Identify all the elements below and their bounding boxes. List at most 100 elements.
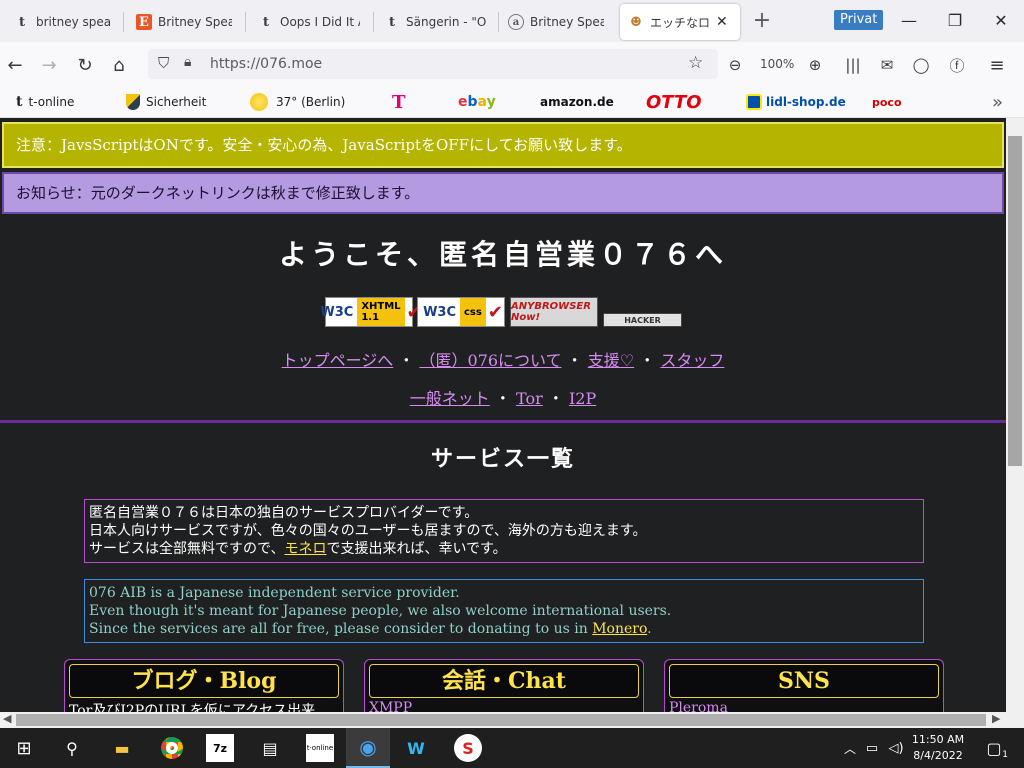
whatsapp-icon[interactable]: ◯ <box>908 52 934 78</box>
link-i2p[interactable]: I2P <box>569 389 596 408</box>
zoom-level[interactable]: 100% <box>760 57 794 71</box>
tracking-shield-icon[interactable]: ⛉ <box>158 54 169 72</box>
w3c-css-badge[interactable]: W3C css ✔ <box>417 297 505 327</box>
monero-link-jp[interactable]: モネロ <box>284 541 326 557</box>
address-bar[interactable]: ⛉ 🔒︎ https://076.moe ☆ <box>148 49 718 79</box>
shield-icon <box>126 94 140 110</box>
bookmark-sicherheit[interactable]: Sicherheit <box>126 93 206 111</box>
card-title: 会話・Chat <box>369 664 639 698</box>
close-tab-icon[interactable]: ✕ <box>716 14 728 30</box>
file-explorer-icon[interactable]: ▬ <box>108 734 136 762</box>
card-title: SNS <box>669 664 939 698</box>
card-subtitle[interactable]: Pleroma <box>669 700 728 712</box>
mail-icon[interactable]: ✉ <box>874 52 900 78</box>
bookmark-t-online[interactable]: t t-online <box>16 93 74 111</box>
browser-taskbar-icon[interactable]: ◉ <box>346 728 390 768</box>
tab-oops-i-did-it[interactable]: t Oops I Did It Ag <box>250 4 368 40</box>
scrollbar-thumb[interactable] <box>16 714 986 726</box>
restore-icon[interactable]: ❐ <box>940 8 970 34</box>
tab-title: britney spears <box>36 15 110 29</box>
tab-britney-spears-3[interactable]: a Britney Spears <box>500 4 612 40</box>
welcome-heading: ようこそ、匿名自営業０７６へ <box>278 238 727 271</box>
bookmark-weather[interactable]: 37° (Berlin) <box>250 93 345 111</box>
blog-service-card[interactable]: ブログ・Blog Tor及びI2PのURLを仮にアクセス出来 <box>64 659 344 712</box>
link-tor[interactable]: Tor <box>516 389 543 408</box>
anime-favicon-icon: ☻ <box>630 14 642 30</box>
bookmarks-overflow-chevron-icon[interactable]: » <box>992 92 1003 113</box>
7zip-icon[interactable]: 7z <box>206 734 234 762</box>
checkmark-icon: ✔ <box>487 301 503 323</box>
hacker-badge[interactable]: HACKER <box>603 313 682 327</box>
windows-taskbar: ⊞ ⚲ ▬ 7z ▤ t·online ◉ W S ︿ ▭ ◁) 11:50 A… <box>0 728 1024 768</box>
close-window-icon[interactable]: ✕ <box>986 8 1016 34</box>
link-staff[interactable]: スタッフ <box>660 351 724 370</box>
navigation-toolbar: ← → ↻ ⌂ ⛉ 🔒︎ https://076.moe ☆ ⊖ 100% ⊕ … <box>0 42 1024 86</box>
forward-arrow-icon[interactable]: → <box>36 52 62 78</box>
tab-title: Britney Spears <box>530 15 604 29</box>
bookmark-ebay[interactable]: ebay <box>458 93 496 111</box>
japanese-intro-box: 匿名自営業０７６は日本の独自のサービスプロバイダーです。 日本人向けサービスです… <box>84 499 924 563</box>
telekom-logo: T <box>392 91 406 113</box>
bookmark-poco[interactable]: poco <box>872 93 902 111</box>
library-icon[interactable]: ||| <box>840 52 866 78</box>
poco-logo: poco <box>872 95 902 109</box>
s-app-icon[interactable]: S <box>454 734 482 762</box>
sns-service-card[interactable]: SNS Pleroma <box>664 659 944 712</box>
notepad-icon[interactable]: ▤ <box>256 734 284 762</box>
facebook-icon[interactable]: ⓕ <box>944 52 970 78</box>
anybrowser-badge[interactable]: ANYBROWSER Now! <box>510 297 598 327</box>
home-icon[interactable]: ⌂ <box>106 52 132 78</box>
link-support[interactable]: 支援♡ <box>588 351 634 370</box>
ebay-logo: ebay <box>458 94 496 110</box>
minimize-icon[interactable]: — <box>894 8 924 34</box>
scroll-left-icon[interactable]: ◀ <box>3 712 11 725</box>
scroll-right-icon[interactable]: ▶ <box>992 712 1000 725</box>
monero-link-en[interactable]: Monero <box>592 621 647 637</box>
link-clearnet[interactable]: 一般ネット <box>410 389 490 408</box>
tab-saengerin[interactable]: t Sängerin - "Oop <box>376 4 494 40</box>
bookmark-otto[interactable]: OTTO <box>646 91 702 113</box>
bookmark-star-icon[interactable]: ☆ <box>688 53 703 73</box>
bookmark-telekom[interactable]: T <box>392 91 406 113</box>
horizontal-scrollbar[interactable]: ◀ ▶ <box>0 712 1024 728</box>
system-clock[interactable]: 11:50 AM 8/4/2022 <box>906 732 970 764</box>
reload-icon[interactable]: ↻ <box>72 52 98 78</box>
link-about-076[interactable]: （匿）076について <box>420 351 562 370</box>
bookmark-lidl[interactable]: lidl-shop.de <box>746 93 846 111</box>
tab-strip: t britney spears E Britney Spears t Oops… <box>0 0 1024 42</box>
zoom-out-icon[interactable]: ⊖ <box>722 52 748 78</box>
lock-icon[interactable]: 🔒︎ <box>184 54 191 70</box>
new-tab-button[interactable]: + <box>750 8 774 34</box>
tab-title: エッチなロ <box>650 15 711 30</box>
w-app-icon[interactable]: W <box>402 734 430 762</box>
search-icon[interactable]: ⚲ <box>58 734 86 762</box>
vertical-scrollbar[interactable] <box>1006 118 1024 712</box>
tab-title: Britney Spears <box>158 15 232 29</box>
tab-076-active[interactable]: ☻ エッチなロ ✕ <box>620 4 740 40</box>
menu-icon[interactable]: ≡ <box>984 52 1010 78</box>
scrollbar-thumb[interactable] <box>1008 136 1022 466</box>
chat-service-card[interactable]: 会話・Chat XMPP <box>364 659 644 712</box>
section-divider <box>0 420 1006 423</box>
card-subtitle[interactable]: XMPP <box>369 700 412 712</box>
tab-britney-spears[interactable]: t britney spears <box>6 4 118 40</box>
link-top-page[interactable]: トップページへ <box>282 351 394 370</box>
zoom-in-icon[interactable]: ⊕ <box>802 52 828 78</box>
notification-center-icon[interactable]: ▢ 1 <box>980 734 1008 762</box>
webpage-content: 注意：JavsScriptはONです。安全・安心の為、JavaScriptをOF… <box>0 118 1006 712</box>
chrome-icon[interactable] <box>158 734 186 762</box>
network-links: 一般ネット ・ Tor ・ I2P <box>409 389 597 408</box>
main-nav-links: トップページへ ・ （匿）076について ・ 支援♡ ・ スタッフ <box>281 351 725 370</box>
lidl-icon <box>746 94 762 110</box>
bookmark-amazon[interactable]: amazon.de <box>540 93 614 111</box>
back-arrow-icon[interactable]: ← <box>2 52 28 78</box>
url-text[interactable]: https://076.moe <box>210 56 322 72</box>
w3c-xhtml-badge[interactable]: W3C XHTML 1.1 ✔ <box>320 297 422 327</box>
card-subtitle: Tor及びI2PのURLを仮にアクセス出来 <box>69 703 316 712</box>
tab-title: Sängerin - "Oop <box>406 15 486 29</box>
t-online-app-icon[interactable]: t·online <box>306 734 334 762</box>
tab-britney-spears-2[interactable]: E Britney Spears <box>128 4 240 40</box>
otto-logo: OTTO <box>646 91 702 113</box>
windows-start-icon[interactable]: ⊞ <box>10 734 38 762</box>
t-online-icon: t <box>16 94 23 110</box>
